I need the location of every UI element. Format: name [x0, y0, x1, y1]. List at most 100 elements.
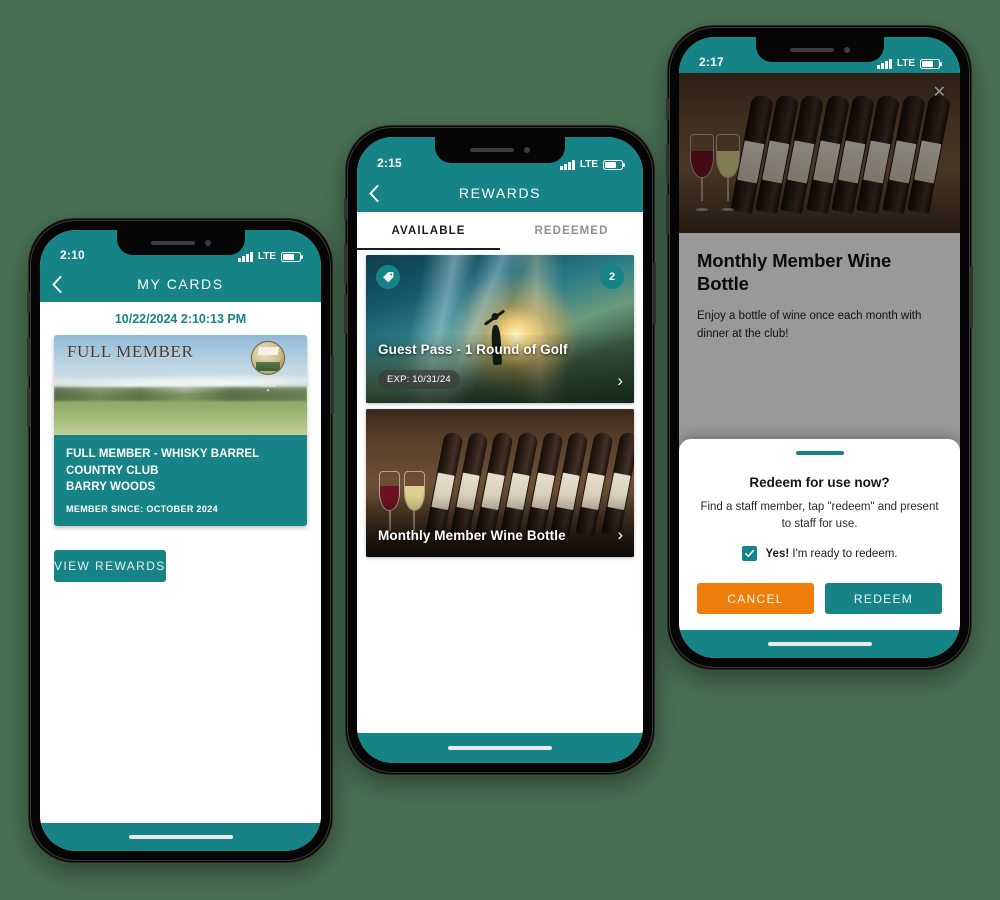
reward-title: Guest Pass - 1 Round of Golf: [378, 342, 568, 357]
chevron-right-icon: ›: [617, 525, 623, 544]
tag-icon: [376, 265, 400, 289]
phone1-nav-bar: MY CARDS: [40, 266, 321, 302]
redeem-sheet-actions: CANCEL REDEEM: [697, 583, 942, 614]
page-title: REWARDS: [458, 185, 542, 201]
redeem-checkbox[interactable]: [741, 546, 757, 561]
membership-card-photo-title: FULL MEMBER: [67, 342, 194, 361]
status-time: 2:10: [60, 248, 85, 262]
earpiece-speaker-icon: [470, 148, 514, 152]
network-type-label: LTE: [579, 159, 598, 170]
phone3-notch: [755, 37, 884, 62]
signal-bars-icon: [560, 159, 575, 170]
battery-icon: [920, 58, 940, 69]
sheet-drag-handle[interactable]: [795, 451, 844, 455]
phone-rewards-list: 2:15 LTE REWARDS AVAILABLE REDEEMED 2 Gu…: [344, 125, 656, 775]
reward-card-guest-pass[interactable]: 2 Guest Pass - 1 Round of Golf EXP: 10/3…: [366, 255, 634, 403]
redeem-checkbox-label-rest: I'm ready to redeem.: [789, 547, 898, 560]
reward-card-wine-bottle[interactable]: Monthly Member Wine Bottle ›: [366, 409, 634, 557]
phone2-home-bar: [357, 733, 643, 763]
front-camera-icon: [204, 239, 211, 246]
country-club-logo: COUNTRY CLUB ✦: [249, 341, 287, 394]
phone2-power-button[interactable]: [653, 262, 656, 324]
signal-bars-icon: [877, 58, 892, 69]
rewards-list: 2 Guest Pass - 1 Round of Golf EXP: 10/3…: [357, 250, 643, 733]
home-indicator[interactable]: [767, 642, 872, 646]
redeem-button[interactable]: REDEEM: [825, 583, 942, 614]
chevron-left-icon: [52, 275, 62, 293]
status-indicators: LTE: [560, 159, 623, 170]
wine-bottles-group: [425, 418, 634, 545]
view-rewards-button[interactable]: VIEW REWARDS: [54, 550, 166, 583]
chevron-right-icon: ›: [617, 371, 623, 390]
status-indicators: LTE: [877, 58, 940, 69]
status-indicators: LTE: [238, 251, 301, 262]
phone1-volume-down-button[interactable]: [27, 387, 30, 427]
back-button[interactable]: [369, 174, 379, 212]
screenshot-stage: 2:10 LTE MY CARDS 10/22/2024 2:10:13 PM …: [0, 0, 1000, 900]
redeem-sheet-title: Redeem for use now?: [749, 474, 890, 490]
reward-detail-content: ✕ Monthly Member Wine Bottle Enjoy a bot…: [679, 73, 960, 630]
redeem-checkbox-label: Yes! I'm ready to redeem.: [766, 548, 898, 560]
page-title: MY CARDS: [137, 276, 224, 292]
my-cards-body: 10/22/2024 2:10:13 PM FULL MEMBER COUNTR…: [40, 302, 321, 823]
back-button[interactable]: [52, 266, 62, 302]
redeem-bottom-sheet: Redeem for use now? Find a staff member,…: [679, 439, 960, 630]
earpiece-speaker-icon: [150, 240, 195, 245]
tab-redeemed[interactable]: REDEEMED: [500, 212, 643, 250]
phone2-nav-bar: REWARDS: [357, 174, 643, 212]
redeem-sheet-description: Find a staff member, tap "redeem" and pr…: [700, 500, 939, 530]
front-camera-icon: [843, 46, 850, 53]
phone2-volume-up-button[interactable]: [344, 244, 347, 284]
phone1-notch: [116, 230, 245, 255]
battery-icon: [281, 251, 301, 262]
phone2-screen: 2:15 LTE REWARDS AVAILABLE REDEEMED 2 Gu…: [357, 137, 643, 763]
phone3-power-button[interactable]: [970, 266, 973, 328]
phone1-screen: 2:10 LTE MY CARDS 10/22/2024 2:10:13 PM …: [40, 230, 321, 851]
membership-card[interactable]: FULL MEMBER COUNTRY CLUB ✦ FULL MEMBER -…: [54, 335, 307, 527]
network-type-label: LTE: [257, 251, 276, 262]
phone3-volume-up-button[interactable]: [666, 144, 669, 184]
redeem-checkbox-label-strong: Yes!: [765, 547, 790, 560]
phone3-volume-down-button[interactable]: [666, 194, 669, 234]
club-logo-sub: ✦: [265, 388, 271, 394]
status-time: 2:17: [699, 55, 724, 69]
home-indicator[interactable]: [128, 835, 233, 839]
phone2-silent-switch[interactable]: [344, 198, 347, 220]
check-icon: [744, 549, 754, 558]
membership-card-photo: FULL MEMBER COUNTRY CLUB ✦: [54, 335, 307, 435]
reward-count-badge: 2: [600, 265, 624, 289]
membership-card-info: FULL MEMBER - WHISKY BARREL COUNTRY CLUB…: [54, 435, 307, 527]
earpiece-speaker-icon: [789, 47, 834, 52]
reward-expiry-badge: EXP: 10/31/24: [378, 370, 460, 389]
tab-available[interactable]: AVAILABLE: [357, 212, 500, 250]
phone-my-cards: 2:10 LTE MY CARDS 10/22/2024 2:10:13 PM …: [27, 218, 334, 863]
phone3-screen: 2:17 LTE ✕ Monthly Member Wine Bottle En…: [679, 37, 960, 658]
status-time: 2:15: [377, 156, 402, 170]
membership-since: MEMBER SINCE: OCTOBER 2024: [66, 504, 218, 515]
phone2-notch: [435, 137, 565, 163]
rewards-tabs: AVAILABLE REDEEMED: [357, 212, 643, 250]
front-camera-icon: [524, 147, 530, 153]
network-type-label: LTE: [896, 58, 915, 69]
membership-line-3: BARRY WOODS: [66, 481, 156, 494]
cancel-button[interactable]: CANCEL: [697, 583, 814, 614]
signal-bars-icon: [238, 251, 253, 262]
battery-icon: [603, 159, 623, 170]
club-crest-icon: [251, 341, 285, 375]
phone1-home-bar: [40, 823, 321, 851]
tag-glyph: [382, 271, 393, 282]
card-timestamp: 10/22/2024 2:10:13 PM: [114, 312, 247, 326]
phone1-silent-switch[interactable]: [27, 291, 30, 313]
phone1-power-button[interactable]: [331, 355, 334, 415]
phone1-volume-up-button[interactable]: [27, 337, 30, 377]
home-indicator[interactable]: [448, 746, 552, 750]
chevron-left-icon: [369, 184, 379, 202]
reward-title: Monthly Member Wine Bottle: [378, 528, 566, 543]
membership-line-1: FULL MEMBER - WHISKY BARREL: [66, 448, 260, 460]
phone-redeem-dialog: 2:17 LTE ✕ Monthly Member Wine Bottle En…: [666, 25, 973, 670]
phone3-home-bar: [679, 630, 960, 658]
phone3-silent-switch[interactable]: [666, 98, 669, 120]
redeem-confirm-checkbox-row[interactable]: Yes! I'm ready to redeem.: [697, 546, 942, 561]
membership-line-2: COUNTRY CLUB: [66, 464, 159, 477]
phone2-volume-down-button[interactable]: [344, 294, 347, 334]
